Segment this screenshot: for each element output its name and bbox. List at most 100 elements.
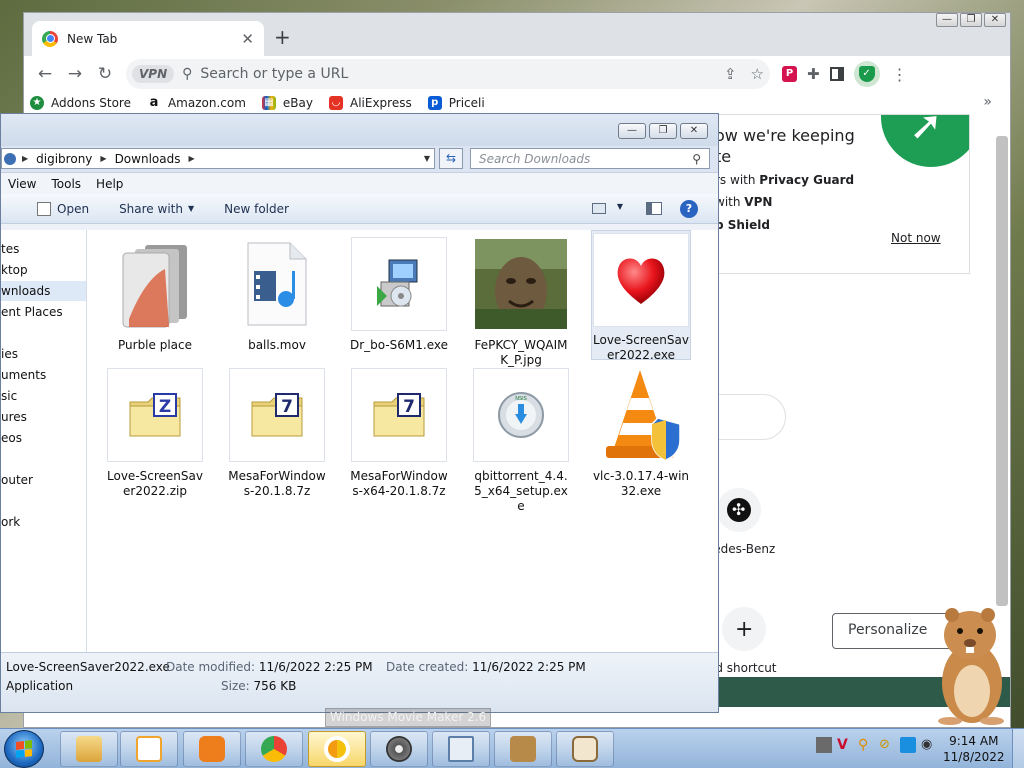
menu-view[interactable]: View [8,177,36,191]
file-mesa-x64-7z[interactable]: 7 MesaForWindows-x64-20.1.8.7z [349,365,449,499]
bookmark-star-icon[interactable]: ☆ [751,65,764,83]
nav-recent-places[interactable]: ent Places [1,302,63,322]
breadcrumb-separator-icon[interactable]: ▶ [22,154,28,163]
omnibox-placeholder[interactable]: Search or type a URL [200,66,710,82]
file-fepkcy-jpg[interactable]: FePKCY_WQAIMK_P.jpg [471,234,571,368]
minimize-button[interactable]: — [618,123,646,139]
side-panel-icon[interactable] [829,67,844,81]
breadcrumb-separator-icon[interactable]: ▶ [100,154,106,163]
share-label: Share with [119,201,183,216]
nav-documents[interactable]: uments [1,365,46,385]
tray-volume-icon[interactable]: ◉ [921,737,937,753]
taskbar-explorer[interactable] [60,731,118,767]
nav-downloads[interactable]: wnloads [1,281,86,301]
tray-search-icon[interactable]: ⚲ [858,737,874,753]
taskbar-window-app[interactable] [432,731,490,767]
reload-icon[interactable]: ↻ [90,59,120,89]
privacy-shield-icon[interactable]: ✓ [853,61,880,87]
forward-icon[interactable]: → [60,59,90,89]
svg-text:NSIS: NSIS [515,396,527,402]
tray-network-icon[interactable] [900,737,916,753]
popup-line-bold: p Shield [715,218,770,232]
file-qbittorrent-exe[interactable]: NSIS qbittorrent_4.4.5_x64_setup.exe [471,365,571,514]
breadcrumb-downloads[interactable]: Downloads [115,152,181,166]
aliexpress-icon: ◡ [329,96,343,110]
bookmark-aliexpress[interactable]: ◡ AliExpress [329,96,412,110]
file-love-screensaver-zip[interactable]: Z Love-ScreenSaver2022.zip [105,365,205,499]
extensions-puzzle-icon[interactable]: ✚ [807,65,820,83]
maximize-button[interactable]: ❐ [649,123,677,139]
menu-tools[interactable]: Tools [51,177,81,191]
tray-shield-icon[interactable]: ⊘ [879,737,895,753]
breadcrumb-separator-icon[interactable]: ▶ [188,154,194,163]
file-vlc-exe[interactable]: vlc-3.0.17.4-win32.exe [591,365,691,499]
nav-desktop[interactable]: ktop [1,260,28,280]
new-tab-button[interactable]: + [274,25,291,49]
omnibox[interactable]: VPN ⚲ Search or type a URL ⇪ ☆ [126,59,770,89]
change-view-icon[interactable] [592,203,606,214]
not-now-link[interactable]: Not now [891,231,941,245]
file-mesa-7z[interactable]: 7 MesaForWindows-20.1.8.7z [227,365,327,499]
addons-store-icon: ★ [30,96,44,110]
start-button[interactable] [4,730,44,768]
back-icon[interactable]: ← [30,59,60,89]
menu-help[interactable]: Help [96,177,123,191]
file-balls-mov[interactable]: balls.mov [227,234,327,353]
taskbar-uc-browser[interactable] [183,731,241,767]
tray-app-icon[interactable] [816,737,832,753]
address-bar[interactable]: ▶ digibrony ▶ Downloads ▶ ▼ [1,148,435,169]
nav-pictures[interactable]: ures [1,407,27,427]
page-scrollbar[interactable] [996,136,1008,606]
close-button[interactable]: ✕ [680,123,708,139]
show-desktop-button[interactable] [1012,729,1024,768]
new-folder-button[interactable]: New folder [224,202,289,216]
address-dropdown-icon[interactable]: ▼ [424,154,430,163]
breadcrumb-digibrony[interactable]: digibrony [36,152,92,166]
kebab-menu-icon[interactable]: ⋮ [892,65,908,84]
close-button[interactable]: ✕ [984,13,1006,27]
tab-close-icon[interactable]: ✕ [241,30,254,48]
minimize-button[interactable]: — [936,13,958,27]
modified-value: 11/6/2022 2:25 PM [258,660,373,674]
nav-music[interactable]: sic [1,386,17,406]
nav-libraries[interactable]: ies [1,344,18,364]
taskbar-movie-maker[interactable] [370,731,428,767]
nav-computer[interactable]: outer [1,470,33,490]
bookmarks-overflow-icon[interactable]: » [983,94,992,110]
taskbar-chrome-active[interactable] [308,731,366,767]
pinterest-extension-icon[interactable]: P [782,66,797,82]
taskbar-hamster-box[interactable] [494,731,552,767]
search-downloads-input[interactable]: Search Downloads ⚲ [470,148,710,169]
share-icon[interactable]: ⇪ [724,65,737,83]
help-icon[interactable]: ? [680,200,698,218]
nav-favorites[interactable]: tes [1,239,19,259]
preview-pane-icon[interactable] [646,202,662,215]
add-shortcut[interactable]: + ld shortcut [712,607,777,675]
maximize-button[interactable]: ❐ [960,13,982,27]
vpn-badge[interactable]: VPN [132,65,175,83]
nav-network[interactable]: ork [1,512,20,532]
hamster-desktop-pet[interactable] [930,605,1012,727]
shield-app-icon [572,736,598,762]
taskbar-chrome[interactable] [245,731,303,767]
bookmark-amazon[interactable]: a Amazon.com [146,96,246,110]
view-dropdown-icon[interactable]: ▼ [617,202,623,211]
search-placeholder: Search Downloads [479,151,591,166]
open-button[interactable]: Open [37,201,89,216]
refresh-icon[interactable]: ⇆ [439,148,463,169]
search-icon[interactable]: ⚲ [692,152,701,166]
taskbar-media-player[interactable] [120,731,178,767]
nav-videos[interactable]: eos [1,428,22,448]
explorer-title-bar[interactable]: — ❐ ✕ [1,114,718,146]
file-dr-bo-exe[interactable]: Dr_bo-S6M1.exe [349,234,449,353]
system-clock[interactable]: 9:14 AM 11/8/2022 [943,733,1005,765]
file-purble-place[interactable]: Purble place [105,234,205,353]
file-love-screensaver-exe[interactable]: Love-ScreenSaver2022.exe [591,230,691,362]
bookmark-ebay[interactable]: ▦ eBay [261,96,313,110]
share-with-button[interactable]: Share with ▼ [119,202,194,216]
tab-new-tab[interactable]: New Tab ✕ [32,21,264,56]
tray-v-icon[interactable]: V [837,737,853,753]
bookmark-priceline[interactable]: p Priceli [427,96,485,110]
bookmark-addons-store[interactable]: ★ Addons Store [30,96,131,110]
taskbar-shield-app[interactable] [556,731,614,767]
